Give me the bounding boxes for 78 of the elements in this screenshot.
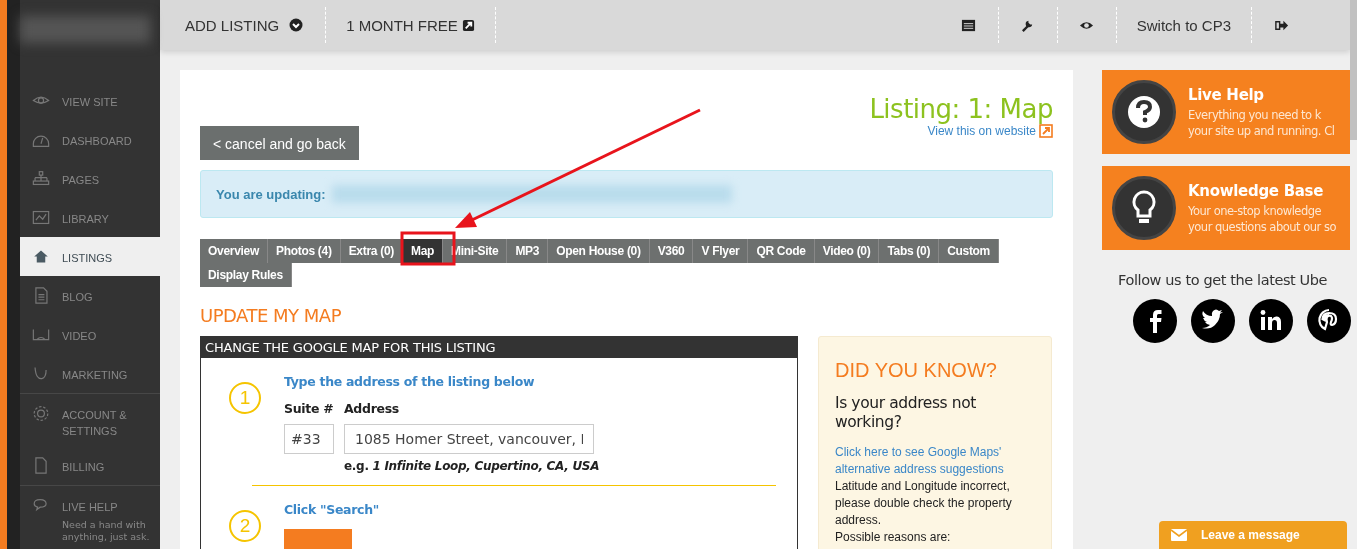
card-text: Your one-stop knowledge — [1188, 202, 1323, 219]
scrollbar[interactable] — [1350, 0, 1357, 140]
question-icon — [1112, 80, 1176, 144]
sidebar-item[interactable]: LIVE HELP Need a hand with anything, just ask. — [20, 485, 160, 549]
step-title: Type the address of the listing below — [284, 374, 536, 389]
card-text: your site up and running. Cl — [1188, 122, 1335, 139]
tab[interactable]: Map — [402, 239, 444, 263]
help-card[interactable]: Live Help Everything you need to k your site up and running. Cl — [1102, 70, 1350, 154]
social-link[interactable] — [1133, 299, 1177, 343]
tab[interactable]: Video (0) — [814, 239, 880, 263]
sidebar-item[interactable]: VIEW SITE — [20, 80, 160, 120]
tab[interactable]: V Flyer — [693, 239, 749, 263]
card-title: Knowledge Base — [1188, 181, 1325, 200]
field-label: Address — [344, 401, 400, 416]
linkedin-icon — [1249, 299, 1293, 343]
panel-header: CHANGE THE GOOGLE MAP FOR THIS LISTING — [201, 337, 797, 358]
chevron-icon — [289, 18, 304, 32]
suite-field[interactable]: #33 — [284, 424, 334, 454]
section-title: UPDATE MY MAP — [200, 305, 343, 326]
tab[interactable]: Tabs (0) — [879, 239, 940, 263]
updating-label: You are updating: — [216, 186, 326, 202]
tab[interactable]: Extra (0) — [340, 239, 403, 263]
tip-title: DID YOU KNOW? — [835, 359, 998, 382]
tab[interactable]: Display Rules — [200, 263, 292, 287]
page-icon — [32, 457, 50, 475]
sidebar-item[interactable]: BLOG — [20, 275, 160, 315]
step-number: 1 — [229, 382, 261, 414]
step-title: Click "Search" — [284, 502, 380, 517]
address-field[interactable]: 1085 Homer Street, vancouver, I — [344, 424, 594, 454]
social-link[interactable] — [1249, 299, 1293, 343]
tab[interactable]: Overview — [200, 239, 268, 263]
envelope-icon — [1171, 529, 1187, 541]
example-text: e.g. 1 Infinite Loop, Cupertino, CA, USA — [344, 459, 600, 473]
sidebar-item[interactable]: ACCOUNT & SETTINGS — [20, 392, 160, 447]
tab[interactable]: Photos (4) — [267, 239, 341, 263]
step-number: 2 — [229, 510, 261, 542]
tab[interactable]: QR Code — [748, 239, 815, 263]
social-link[interactable] — [1307, 299, 1351, 343]
help-card[interactable]: Knowledge Base Your one-stop knowledge your questions about our so — [1102, 166, 1350, 250]
tab[interactable]: Custom — [939, 239, 999, 263]
list-icon — [961, 17, 977, 33]
top-menu-link[interactable]: 1 MONTH FREE — [326, 7, 496, 43]
document-icon — [32, 286, 50, 304]
sidebar-item[interactable]: DASHBOARD — [20, 119, 160, 159]
tab[interactable]: V360 — [649, 239, 694, 263]
social-link[interactable] — [1191, 299, 1235, 343]
picture-frame-icon — [32, 208, 50, 226]
tab[interactable]: Open House (0) — [548, 239, 650, 263]
pinterest-icon — [1307, 299, 1351, 343]
view-website-link[interactable]: View this on website — [927, 124, 1036, 138]
card-text: Everything you need to k — [1188, 106, 1322, 123]
sidebar-item[interactable]: PAGES — [20, 158, 160, 198]
card-title: Live Help — [1188, 85, 1265, 104]
sidebar-item[interactable]: LIBRARY — [20, 197, 160, 237]
sidebar-item[interactable]: BILLING — [20, 446, 160, 486]
external-link-icon — [1039, 124, 1053, 138]
twitter-icon — [1191, 299, 1235, 343]
sidebar-item[interactable]: LISTINGS — [20, 236, 160, 276]
lightbulb-icon — [1112, 176, 1176, 240]
suggestions-link[interactable]: Click here to see Google Maps' alternative address suggestions — [835, 444, 1035, 478]
follow-text: Follow us to get the latest Ube — [1118, 272, 1329, 288]
help-note: Need a hand with anything, just ask. — [62, 519, 151, 544]
tip-text: Possible reasons are: — [835, 529, 952, 546]
gear-icon — [32, 404, 50, 422]
switch-link[interactable]: Switch to CP3 — [1116, 7, 1252, 43]
sitemap-icon — [32, 169, 50, 187]
cancel-button[interactable]: < cancel and go back — [200, 126, 359, 160]
card-text: your questions about our so — [1188, 218, 1336, 235]
top-menu-link[interactable]: ADD LISTING — [185, 7, 327, 43]
external-link-icon — [461, 18, 475, 32]
tip-text: Latitude and Longitude incorrect, please double check the property address. — [835, 478, 1013, 529]
page-title: Listing: 1: Map — [869, 94, 1053, 124]
field-label: Suite # — [284, 401, 334, 416]
sidebar-item[interactable]: MARKETING — [20, 353, 160, 393]
tip-question: Is your address not working? — [835, 394, 977, 432]
facebook-icon — [1133, 299, 1177, 343]
tab[interactable]: MP3 — [507, 239, 549, 263]
sidebar-item[interactable]: VIDEO — [20, 314, 160, 354]
